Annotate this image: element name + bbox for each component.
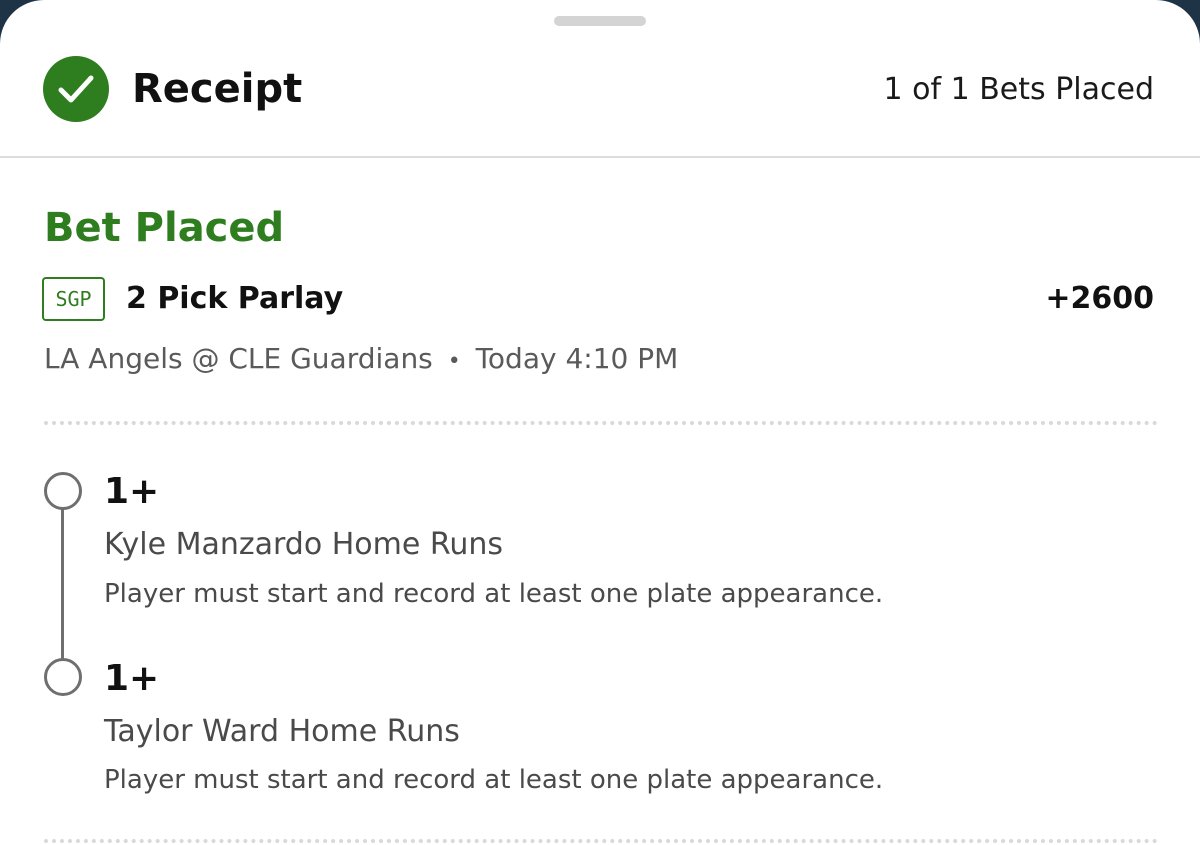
receipt-sheet: Receipt 1 of 1 Bets Placed Bet Placed SG…: [0, 0, 1200, 845]
receipt-header: Receipt 1 of 1 Bets Placed: [0, 0, 1200, 158]
game-info: LA Angels @ CLE Guardians • Today 4:10 P…: [44, 340, 678, 381]
leg-note: Player must start and record at least on…: [104, 579, 884, 609]
divider: [44, 839, 1158, 843]
game-time: Today 4:10 PM: [475, 342, 679, 375]
leg-line: 1+: [104, 658, 160, 699]
sgp-badge: SGP: [42, 277, 105, 321]
matchup: LA Angels @ CLE Guardians: [44, 342, 433, 375]
leg-marker-icon: [44, 472, 82, 510]
leg-market: Kyle Manzardo Home Runs: [104, 527, 504, 562]
divider: [44, 421, 1158, 425]
leg-marker-icon: [44, 658, 82, 696]
leg-note: Player must start and record at least on…: [104, 765, 884, 795]
legs-connector: [61, 505, 64, 661]
bet-type: 2 Pick Parlay: [126, 281, 344, 316]
page-title: Receipt: [132, 66, 303, 112]
check-circle-icon: [43, 56, 109, 122]
separator-dot: •: [447, 349, 461, 374]
bet-status: Bet Placed: [44, 205, 285, 251]
bet-odds: +2600: [1045, 281, 1154, 316]
leg-line: 1+: [104, 471, 160, 512]
leg-market: Taylor Ward Home Runs: [104, 714, 460, 749]
bets-placed-count: 1 of 1 Bets Placed: [883, 72, 1154, 107]
